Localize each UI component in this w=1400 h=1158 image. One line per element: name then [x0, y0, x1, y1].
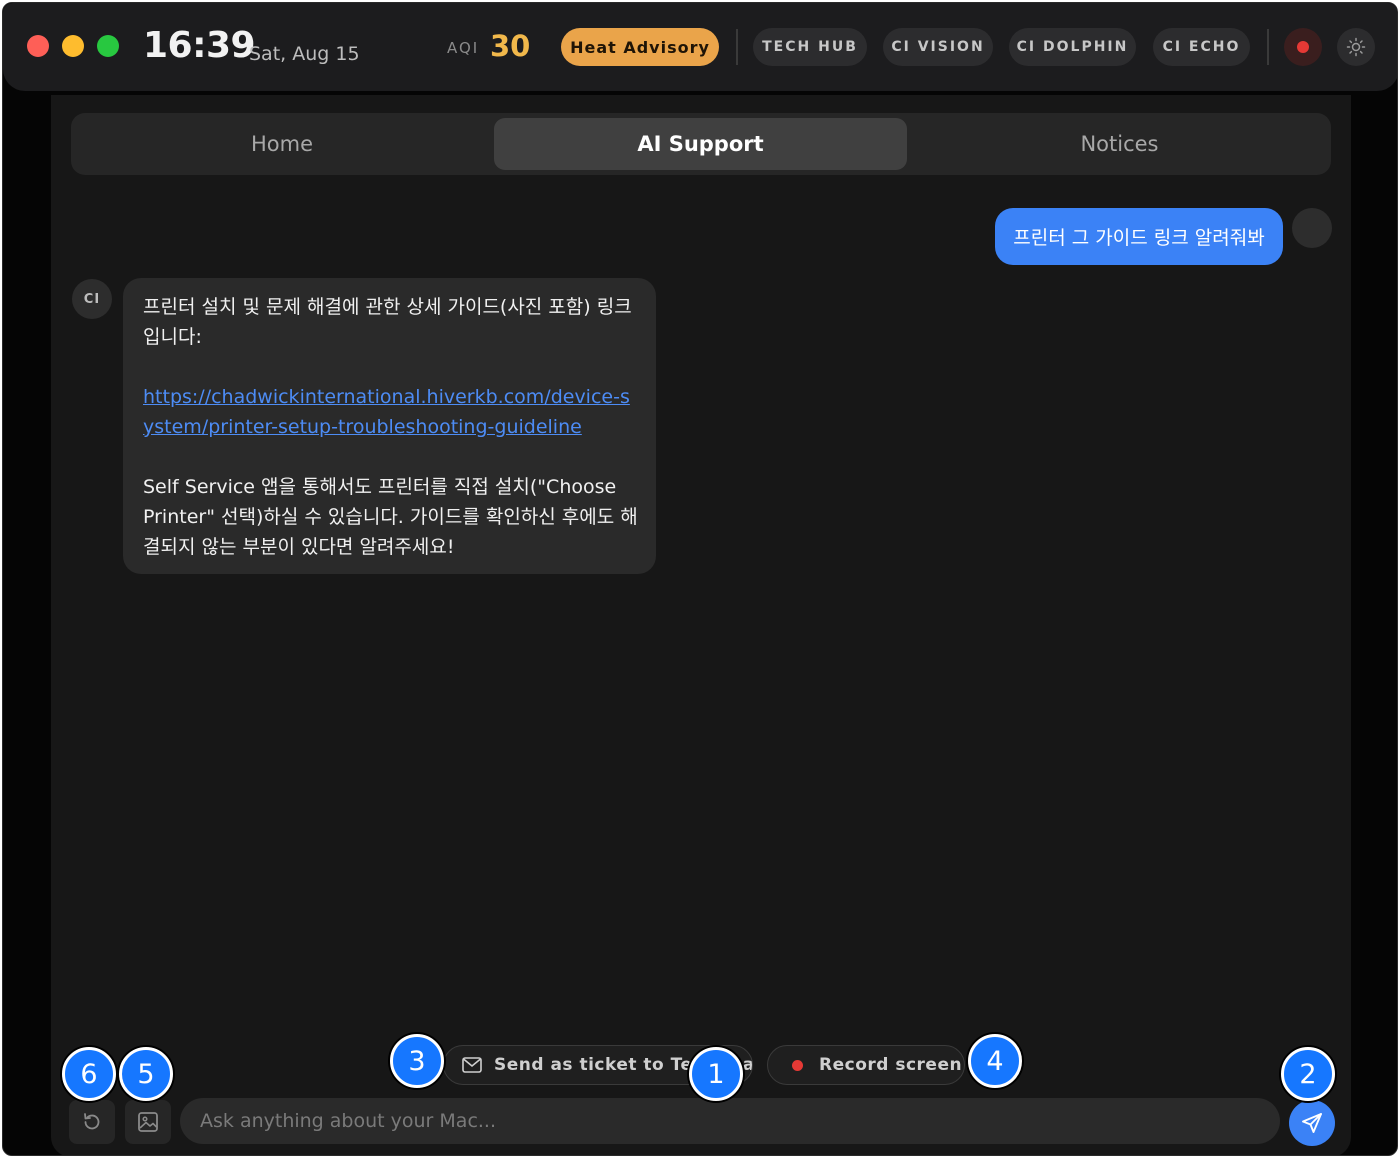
clock-date: Sat, Aug 15: [249, 43, 360, 65]
attach-image-button[interactable]: [125, 1100, 171, 1144]
aqi-label: AQI: [447, 39, 480, 57]
send-icon: [1302, 1113, 1322, 1133]
zoom-window-button[interactable]: [97, 35, 119, 57]
image-icon: [138, 1112, 158, 1132]
annotation-marker-3: 3: [390, 1034, 444, 1088]
main-panel: Home AI Support Notices 프린터 그 가이드 링크 알려줘…: [51, 95, 1351, 1155]
reset-icon: [84, 1113, 100, 1130]
nav-ci-dolphin[interactable]: CI DOLPHIN: [1009, 28, 1136, 66]
reset-chat-button[interactable]: [69, 1100, 115, 1144]
annotation-marker-1: 1: [689, 1047, 743, 1101]
annotation-marker-5: 5: [119, 1047, 173, 1101]
record-dot-icon: [792, 1059, 803, 1071]
chat-input[interactable]: [180, 1098, 1280, 1144]
annotation-marker-2: 2: [1281, 1047, 1335, 1101]
aqi-value: 30: [490, 29, 531, 63]
clock-time: 16:39: [143, 25, 256, 66]
close-window-button[interactable]: [27, 35, 49, 57]
record-button[interactable]: [1284, 28, 1322, 66]
annotation-marker-6: 6: [62, 1047, 116, 1101]
assistant-intro-text: 프린터 설치 및 문제 해결에 관한 상세 가이드(사진 포함) 링크입니다:: [143, 296, 632, 348]
record-screen-button[interactable]: Record screen: [767, 1045, 965, 1085]
sun-icon: [1346, 37, 1366, 57]
top-bar: 16:39 Sat, Aug 15 AQI 30 Heat Advisory T…: [3, 3, 1397, 91]
nav-ci-echo[interactable]: CI ECHO: [1153, 28, 1250, 66]
record-dot-icon: [1297, 41, 1309, 53]
divider: [736, 29, 738, 65]
user-avatar: [1292, 208, 1332, 248]
record-screen-label: Record screen: [819, 1055, 963, 1075]
user-message-bubble: 프린터 그 가이드 링크 알려줘봐: [995, 208, 1283, 265]
theme-toggle-button[interactable]: [1337, 28, 1375, 66]
send-button[interactable]: [1289, 1100, 1335, 1146]
mail-icon: [462, 1057, 482, 1073]
tab-notices[interactable]: Notices: [913, 118, 1326, 170]
nav-ci-vision[interactable]: CI VISION: [883, 28, 993, 66]
assistant-message-bubble: 프린터 설치 및 문제 해결에 관한 상세 가이드(사진 포함) 링크입니다: …: [123, 278, 656, 574]
heat-advisory-badge[interactable]: Heat Advisory: [561, 28, 719, 66]
tab-ai-support[interactable]: AI Support: [494, 118, 907, 170]
assistant-avatar: CI: [72, 279, 112, 319]
minimize-window-button[interactable]: [62, 35, 84, 57]
tab-home[interactable]: Home: [76, 118, 488, 170]
assistant-outro-text: Self Service 앱을 통해서도 프린터를 직접 설치("Choose …: [143, 476, 638, 558]
annotation-marker-4: 4: [968, 1034, 1022, 1088]
guide-link[interactable]: https://chadwickinternational.hiverkb.co…: [143, 386, 630, 438]
nav-tech-hub[interactable]: TECH HUB: [753, 28, 867, 66]
app-window: 16:39 Sat, Aug 15 AQI 30 Heat Advisory T…: [2, 2, 1398, 1156]
tab-bar: Home AI Support Notices: [71, 113, 1331, 175]
divider: [1267, 29, 1269, 65]
